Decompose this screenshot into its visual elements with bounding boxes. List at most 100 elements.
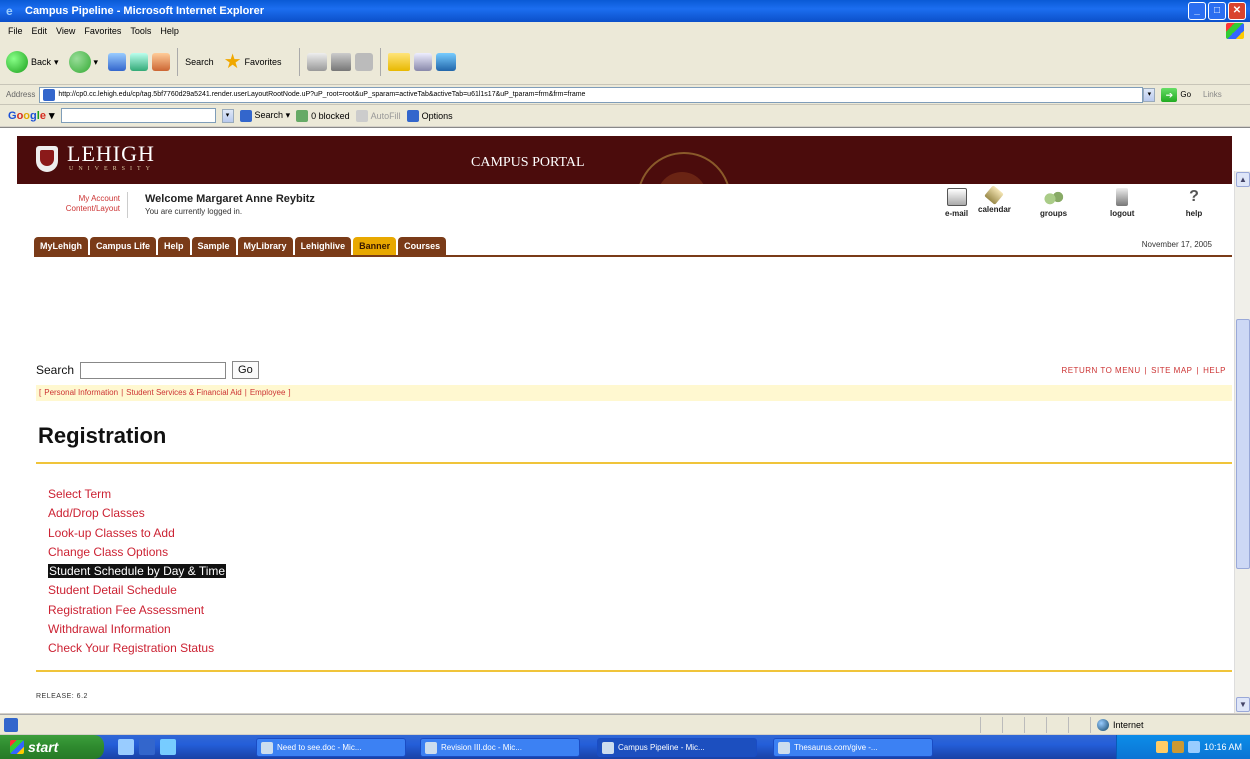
employee-link[interactable]: Employee bbox=[250, 388, 286, 397]
tab-sample[interactable]: Sample bbox=[191, 237, 236, 255]
menu-item-select-term[interactable]: Select Term bbox=[48, 487, 226, 506]
tray-volume-icon[interactable] bbox=[1187, 741, 1200, 753]
address-url: http://cp0.cc.lehigh.edu/cp/tag.5bf7760d… bbox=[58, 91, 586, 98]
help-link[interactable]: HELP bbox=[1203, 366, 1226, 375]
menu-item-add-drop-classes[interactable]: Add/Drop Classes bbox=[48, 506, 226, 525]
stop-icon[interactable] bbox=[108, 53, 127, 71]
menu-view[interactable]: View bbox=[56, 26, 75, 36]
scroll-up-icon[interactable]: ▲ bbox=[1236, 172, 1250, 187]
refresh-icon[interactable] bbox=[130, 53, 149, 71]
autofill-button[interactable]: AutoFill bbox=[355, 109, 401, 122]
search-go-button[interactable]: Go bbox=[232, 361, 259, 379]
menu-file[interactable]: File bbox=[8, 26, 23, 36]
personal-information-link[interactable]: Personal Information bbox=[44, 388, 118, 397]
favorites-button[interactable]: ★ Favorites bbox=[224, 52, 282, 72]
scroll-down-icon[interactable]: ▼ bbox=[1236, 697, 1250, 712]
mail-icon[interactable] bbox=[306, 53, 327, 71]
tab-mylehigh[interactable]: MyLehigh bbox=[34, 237, 88, 255]
links-button[interactable]: Links bbox=[1203, 90, 1222, 99]
menu-edit[interactable]: Edit bbox=[32, 26, 48, 36]
email-button[interactable]: e-mail bbox=[945, 188, 968, 218]
groups-button[interactable]: groups bbox=[1040, 188, 1067, 218]
university-name: LEHIGH bbox=[67, 141, 155, 166]
status-bar: Internet bbox=[0, 714, 1250, 734]
task-campus-pipeline[interactable]: Campus Pipeline - Mic... bbox=[597, 738, 757, 757]
ie-quicklaunch-icon[interactable] bbox=[160, 739, 176, 755]
address-dropdown-icon[interactable]: ▾ bbox=[1143, 87, 1156, 102]
calendar-button[interactable]: calendar bbox=[978, 185, 1011, 214]
return-to-menu-link[interactable]: RETURN TO MENU bbox=[1061, 366, 1140, 375]
title-rule bbox=[36, 462, 1232, 464]
print-icon[interactable] bbox=[330, 53, 351, 71]
tray-network-icon[interactable] bbox=[1155, 741, 1168, 753]
windows-logo-icon bbox=[1226, 23, 1244, 39]
tab-campus-life[interactable]: Campus Life bbox=[90, 237, 157, 255]
tab-help[interactable]: Help bbox=[158, 237, 190, 255]
tab-banner[interactable]: Banner bbox=[353, 237, 397, 255]
options-button[interactable]: Options bbox=[406, 109, 453, 122]
portal-banner: LEHIGH UNIVERSITY CAMPUS PORTAL bbox=[17, 136, 1232, 184]
site-map-link[interactable]: SITE MAP bbox=[1151, 366, 1192, 375]
google-logo[interactable]: Google ▾ bbox=[8, 109, 55, 122]
window-controls: _ □ ✕ bbox=[1188, 2, 1246, 20]
google-search-button[interactable]: Search ▾ bbox=[239, 109, 290, 122]
menu-item-check-registration-status[interactable]: Check Your Registration Status bbox=[48, 641, 226, 660]
word-icon[interactable] bbox=[139, 739, 155, 755]
home-icon[interactable] bbox=[152, 53, 171, 71]
logout-button[interactable]: logout bbox=[1110, 188, 1134, 218]
menu-item-registration-fee-assessment[interactable]: Registration Fee Assessment bbox=[48, 603, 226, 622]
maximize-button[interactable]: □ bbox=[1208, 2, 1226, 20]
close-button[interactable]: ✕ bbox=[1228, 2, 1246, 20]
popup-blocker-button[interactable]: 0 blocked bbox=[296, 109, 350, 122]
word-doc-icon bbox=[261, 741, 273, 754]
search-input[interactable] bbox=[80, 361, 227, 379]
tab-mylibrary[interactable]: MyLibrary bbox=[237, 237, 293, 255]
popup-blocker-icon bbox=[296, 109, 309, 122]
portal-tabs: MyLehigh Campus Life Help Sample MyLibra… bbox=[34, 237, 447, 255]
globe-icon bbox=[1097, 719, 1109, 731]
messenger-icon[interactable] bbox=[435, 53, 456, 71]
account-links: My Account Content/Layout bbox=[20, 194, 120, 214]
menu-item-change-class-options[interactable]: Change Class Options bbox=[48, 545, 226, 564]
menu-favorites[interactable]: Favorites bbox=[84, 26, 121, 36]
vertical-scrollbar[interactable]: ▲ ▼ bbox=[1234, 171, 1250, 713]
task-thesaurus[interactable]: Thesaurus.com/give -... bbox=[773, 738, 933, 757]
research-icon[interactable] bbox=[413, 53, 432, 71]
edit-icon[interactable] bbox=[354, 53, 373, 71]
folder-icon[interactable] bbox=[387, 53, 410, 71]
window-titlebar: e Campus Pipeline - Microsoft Internet E… bbox=[0, 0, 1250, 22]
my-account-link[interactable]: My Account bbox=[20, 194, 120, 204]
help-button[interactable]: ? help bbox=[1184, 188, 1204, 218]
menu-item-look-up-classes[interactable]: Look-up Classes to Add bbox=[48, 526, 226, 545]
page-status-icon bbox=[4, 717, 18, 732]
search-button[interactable]: Search bbox=[36, 57, 214, 423]
menu-tools[interactable]: Tools bbox=[130, 26, 151, 36]
google-search-input[interactable] bbox=[60, 108, 216, 123]
start-button[interactable]: start bbox=[0, 735, 104, 759]
task-revision-iii[interactable]: Revision III.doc - Mic... bbox=[420, 738, 580, 757]
address-input[interactable]: http://cp0.cc.lehigh.edu/cp/tag.5bf7760d… bbox=[39, 86, 1144, 103]
back-arrow-icon bbox=[6, 51, 28, 73]
task-need-to-see[interactable]: Need to see.doc - Mic... bbox=[256, 738, 406, 757]
minimize-button[interactable]: _ bbox=[1188, 2, 1206, 20]
content-layout-link[interactable]: Content/Layout bbox=[20, 204, 120, 214]
toolbar-separator bbox=[379, 48, 381, 76]
forward-button[interactable]: ▾ bbox=[68, 51, 98, 73]
section-nav: [Personal Information | Student Services &… bbox=[36, 385, 1232, 401]
back-button[interactable]: Back ▾ bbox=[6, 51, 59, 73]
tab-courses[interactable]: Courses bbox=[398, 237, 447, 255]
google-dropdown-icon[interactable]: ▾ bbox=[221, 108, 234, 123]
menu-item-withdrawal-information[interactable]: Withdrawal Information bbox=[48, 622, 226, 641]
ie-icon: e bbox=[6, 4, 13, 18]
student-services-link[interactable]: Student Services & Financial Aid bbox=[126, 388, 242, 397]
forward-arrow-icon bbox=[68, 51, 91, 73]
search-label: Search bbox=[36, 363, 75, 377]
go-button[interactable]: ➔ Go bbox=[1161, 87, 1191, 102]
scroll-thumb[interactable] bbox=[1236, 319, 1250, 569]
tray-app-icon[interactable] bbox=[1171, 741, 1184, 753]
menu-item-student-detail-schedule[interactable]: Student Detail Schedule bbox=[48, 583, 226, 602]
tab-lehighlive[interactable]: Lehighlive bbox=[294, 237, 352, 255]
show-desktop-icon[interactable] bbox=[118, 739, 134, 755]
menu-help[interactable]: Help bbox=[160, 26, 179, 36]
menu-item-student-schedule-by-day[interactable]: Student Schedule by Day & Time bbox=[48, 564, 227, 583]
